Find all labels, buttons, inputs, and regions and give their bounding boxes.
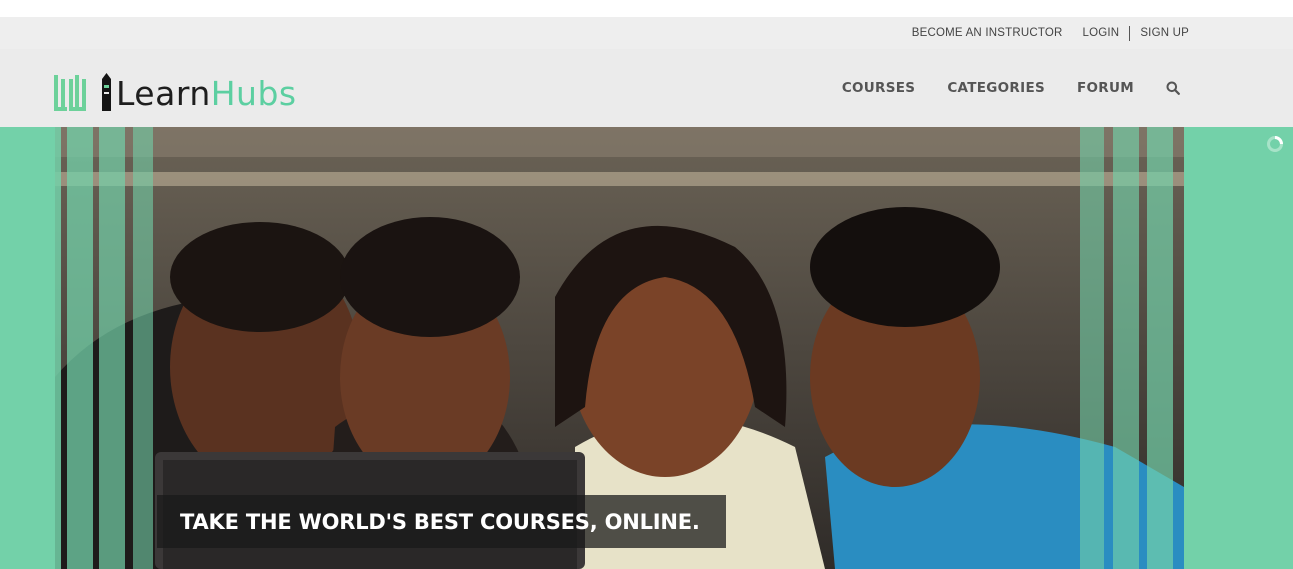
logo-text-learn: Learn	[116, 74, 211, 113]
hero-tagline-box: TAKE THE WORLD'S BEST COURSES, ONLINE.	[157, 495, 726, 548]
become-instructor-link[interactable]: BECOME AN INSTRUCTOR	[912, 27, 1063, 39]
logo-text-hubs: Hubs	[210, 74, 297, 113]
nav-categories[interactable]: CATEGORIES	[947, 80, 1045, 96]
divider	[1129, 25, 1131, 41]
account-links: BECOME AN INSTRUCTOR LOGIN SIGN UP	[912, 17, 1189, 49]
loading-spinner-icon	[1266, 135, 1284, 153]
nav-courses[interactable]: COURSES	[842, 80, 916, 96]
books-pencil-logo-icon	[54, 73, 111, 111]
main-nav: COURSES CATEGORIES FORUM	[810, 49, 1180, 127]
hero-tagline: TAKE THE WORLD'S BEST COURSES, ONLINE.	[180, 509, 700, 534]
logo-text: LearnHubs	[116, 76, 297, 112]
signup-link[interactable]: SIGN UP	[1140, 27, 1189, 39]
main-header: LearnHubs COURSES CATEGORIES FORUM	[0, 49, 1293, 127]
nav-forum[interactable]: FORUM	[1077, 80, 1134, 96]
search-icon[interactable]	[1166, 81, 1180, 95]
site-logo[interactable]: LearnHubs	[52, 73, 297, 115]
top-bar: BECOME AN INSTRUCTOR LOGIN SIGN UP	[0, 17, 1293, 49]
login-link[interactable]: LOGIN	[1083, 27, 1120, 39]
